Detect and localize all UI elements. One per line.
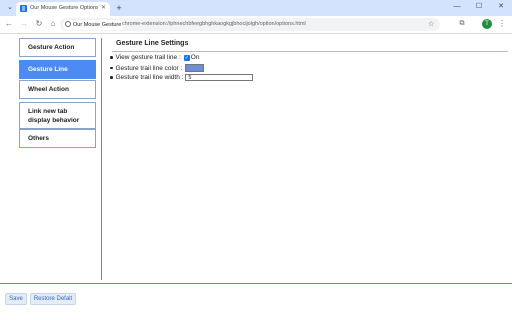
section-title: Gesture Line Settings <box>116 40 189 47</box>
address-bar[interactable]: Our Mouse Gesture chrome-extension://phn… <box>60 18 440 31</box>
extension-favicon-icon <box>20 5 27 12</box>
option-trail-width: Gesture trail line width : 5 <box>110 74 254 81</box>
sidebar-item-label: Link new tab display behavior <box>28 107 80 124</box>
home-icon[interactable]: ⌂ <box>48 19 58 29</box>
bullet-icon <box>110 76 113 79</box>
restore-default-button[interactable]: Restore Defalt <box>30 293 76 305</box>
bullet-icon <box>110 66 113 70</box>
forward-icon[interactable]: → <box>19 19 29 29</box>
site-chip-label: Our Mouse Gesture <box>73 21 122 28</box>
width-input[interactable]: 5 <box>185 74 254 81</box>
view-trail-checkbox[interactable]: ✓ <box>183 54 190 61</box>
view-trail-label: View gesture trail line : <box>115 54 181 61</box>
section-divider <box>112 51 508 52</box>
option-trail-color: Gesture trail line color : <box>110 64 205 72</box>
close-window-icon[interactable]: ✕ <box>490 0 512 14</box>
width-label: Gesture trail line width : <box>115 74 184 81</box>
bullet-icon <box>110 56 113 59</box>
tab-strip: ⌄ Our Mouse Gesture Options Se ✕ + — ☐ ✕ <box>0 0 512 16</box>
back-icon[interactable]: ← <box>4 19 14 29</box>
maximize-icon[interactable]: ☐ <box>468 0 490 14</box>
sidebar-item-label: Wheel Action <box>28 86 69 93</box>
bookmark-star-icon[interactable]: ☆ <box>428 19 434 30</box>
sidebar-item-gesture-line[interactable]: Gesture Line <box>19 60 96 79</box>
tab-search-icon[interactable]: ⌄ <box>4 2 16 14</box>
sidebar-item-label: Gesture Action <box>28 44 75 51</box>
minimize-icon[interactable]: — <box>446 0 468 14</box>
view-trail-value: On <box>190 54 200 61</box>
browser-toolbar: ← → ↻ ⌂ Our Mouse Gesture chrome-extensi… <box>0 16 512 34</box>
new-tab-icon[interactable]: + <box>114 2 124 14</box>
reload-icon[interactable]: ↻ <box>34 19 44 29</box>
more-menu-icon[interactable]: ⋮ <box>498 19 506 29</box>
tab-title: Our Mouse Gesture Options Se <box>30 5 98 11</box>
sidebar-item-label: Gesture Line <box>28 66 68 73</box>
extensions-puzzle-icon[interactable]: ⧉ <box>458 20 466 28</box>
sidebar-item-link-new-tab[interactable]: Link new tab display behavior <box>19 102 96 129</box>
color-picker[interactable] <box>185 64 205 72</box>
sidebar-item-wheel-action[interactable]: Wheel Action <box>19 80 96 99</box>
sidebar-divider <box>101 38 102 280</box>
extension-icon <box>65 20 71 27</box>
footer-divider <box>0 283 512 284</box>
site-info-chip[interactable]: Our Mouse Gesture <box>63 19 125 30</box>
profile-avatar[interactable]: T <box>482 19 492 29</box>
sidebar-item-gesture-action[interactable]: Gesture Action <box>19 38 96 57</box>
sidebar-item-others[interactable]: Others <box>19 129 96 148</box>
browser-tab[interactable]: Our Mouse Gesture Options Se ✕ <box>16 2 110 16</box>
sidebar-item-label: Others <box>28 135 49 142</box>
save-button[interactable]: Save <box>5 293 27 305</box>
color-label: Gesture trail line color : <box>115 64 183 72</box>
url-text[interactable]: chrome-extension://phnechbfeegbhghkaogkg… <box>122 19 306 30</box>
tab-close-icon[interactable]: ✕ <box>101 4 106 11</box>
option-view-trail: View gesture trail line : ✓ On <box>110 54 199 61</box>
